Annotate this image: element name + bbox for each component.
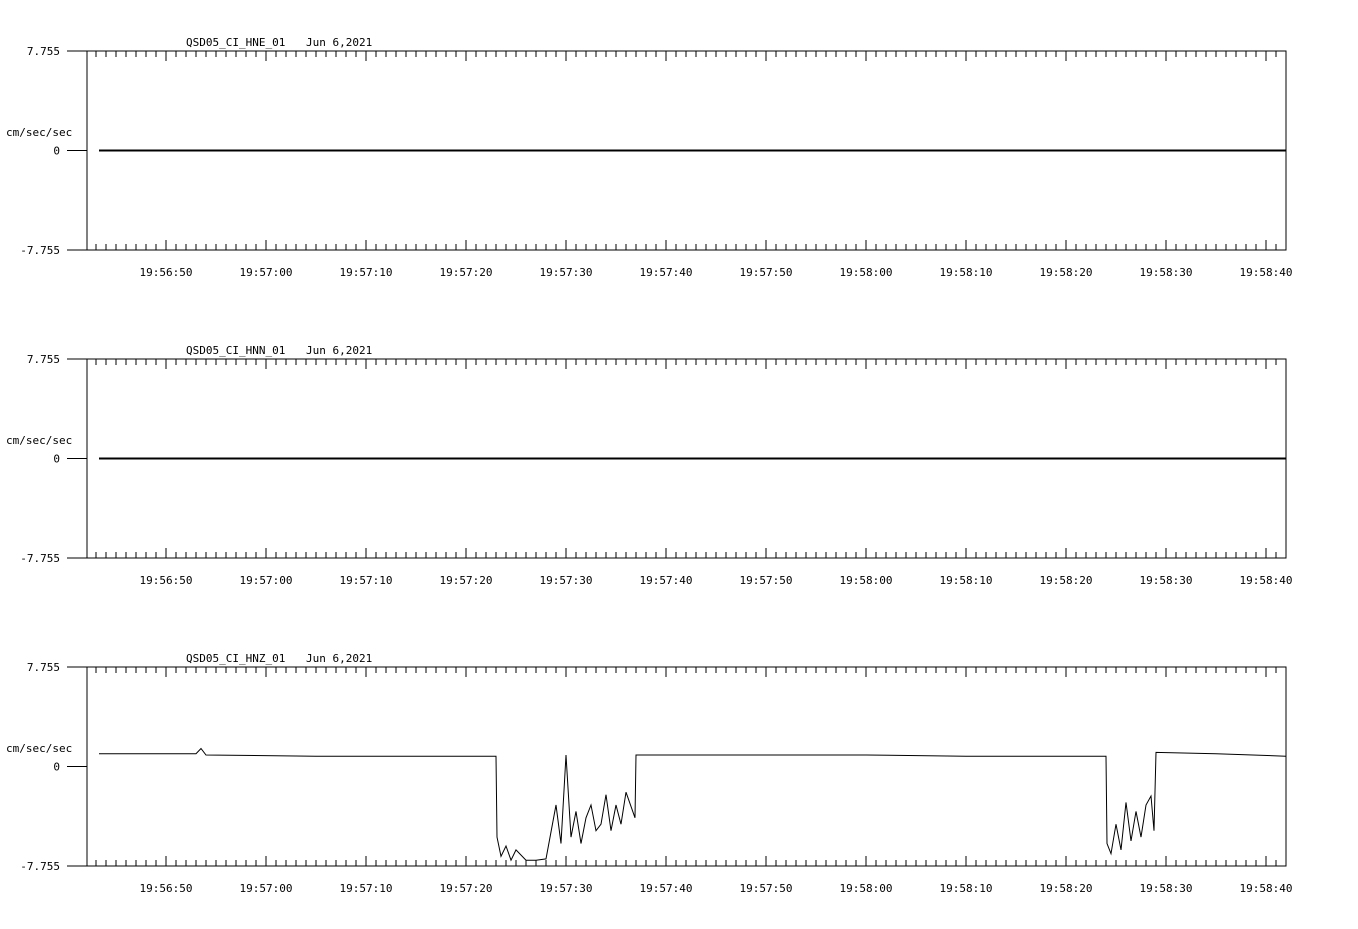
x-tick-label: 19:58:20 — [1040, 574, 1093, 587]
x-tick-label: 19:57:50 — [740, 882, 793, 895]
y-tick-label: 7.755 — [27, 661, 60, 674]
x-tick-label: 19:56:50 — [140, 882, 193, 895]
seismogram-plots: QSD05_CI_HNE_01 Jun 6,2021 7.755 0 -7.755 cm/… — [6, 36, 1292, 895]
x-tick-label: 19:56:50 — [140, 574, 193, 587]
seismogram-panel: QSD05_CI_HNE_01 Jun 6,2021 7.755 0 -7.755 cm/… — [6, 36, 1292, 279]
panel-date: Jun 6,2021 — [306, 652, 372, 665]
y-axis-label: cm/sec/sec — [6, 126, 72, 139]
y-tick-label: -7.755 — [20, 244, 60, 257]
y-tick-label: 7.755 — [27, 353, 60, 366]
x-tick-label: 19:56:50 — [140, 266, 193, 279]
y-tick-label: -7.755 — [20, 860, 60, 873]
x-tick-label: 19:57:10 — [340, 574, 393, 587]
x-tick-label: 19:57:00 — [240, 882, 293, 895]
panel-title: QSD05_CI_HNN_01 — [186, 344, 285, 357]
panel-date: Jun 6,2021 — [306, 344, 372, 357]
x-tick-label: 19:57:00 — [240, 574, 293, 587]
x-tick-label: 19:57:10 — [340, 266, 393, 279]
x-tick-label: 19:58:00 — [840, 574, 893, 587]
x-tick-label: 19:57:00 — [240, 266, 293, 279]
x-tick-label: 19:58:30 — [1140, 882, 1193, 895]
x-tick-label: 19:57:40 — [640, 266, 693, 279]
x-tick-label: 19:58:00 — [840, 266, 893, 279]
x-tick-label: 19:57:50 — [740, 266, 793, 279]
x-tick-label: 19:57:40 — [640, 574, 693, 587]
x-tick-label: 19:57:20 — [440, 882, 493, 895]
panel-date: Jun 6,2021 — [306, 36, 372, 49]
x-tick-label: 19:57:10 — [340, 882, 393, 895]
x-tick-label: 19:58:40 — [1240, 266, 1293, 279]
x-tick-label: 19:58:40 — [1240, 574, 1293, 587]
y-axis-label: cm/sec/sec — [6, 742, 72, 755]
series-trace — [99, 747, 1287, 862]
x-tick-label: 19:57:30 — [540, 574, 593, 587]
panel-title: QSD05_CI_HNE_01 — [186, 36, 285, 49]
x-tick-label: 19:58:30 — [1140, 574, 1193, 587]
y-tick-label: -7.755 — [20, 552, 60, 565]
x-tick-label: 19:57:20 — [440, 574, 493, 587]
x-tick-label: 19:57:40 — [640, 882, 693, 895]
y-tick-label: 0 — [53, 761, 60, 774]
x-tick-label: 19:58:40 — [1240, 882, 1293, 895]
x-tick-label: 19:57:30 — [540, 882, 593, 895]
y-axis-label: cm/sec/sec — [6, 434, 72, 447]
seismogram-panel: QSD05_CI_HNZ_01 Jun 6,2021 7.755 0 -7.755 cm/… — [6, 652, 1292, 895]
x-tick-label: 19:58:30 — [1140, 266, 1193, 279]
seismogram-panel: QSD05_CI_HNN_01 Jun 6,2021 7.755 0 -7.755 cm/… — [6, 344, 1292, 587]
y-tick-label: 0 — [53, 453, 60, 466]
x-tick-label: 19:57:20 — [440, 266, 493, 279]
panel-title: QSD05_CI_HNZ_01 — [186, 652, 285, 665]
x-tick-label: 19:57:30 — [540, 266, 593, 279]
x-tick-label: 19:58:20 — [1040, 266, 1093, 279]
x-tick-label: 19:58:20 — [1040, 882, 1093, 895]
x-tick-label: 19:58:10 — [940, 882, 993, 895]
x-tick-label: 19:58:10 — [940, 574, 993, 587]
y-tick-label: 7.755 — [27, 45, 60, 58]
seismogram-figure: QSD05_CI_HNE_01 Jun 6,2021 7.755 0 -7.755 cm/… — [0, 0, 1358, 924]
x-tick-label: 19:58:10 — [940, 266, 993, 279]
x-tick-label: 19:57:50 — [740, 574, 793, 587]
y-tick-label: 0 — [53, 145, 60, 158]
x-tick-label: 19:58:00 — [840, 882, 893, 895]
